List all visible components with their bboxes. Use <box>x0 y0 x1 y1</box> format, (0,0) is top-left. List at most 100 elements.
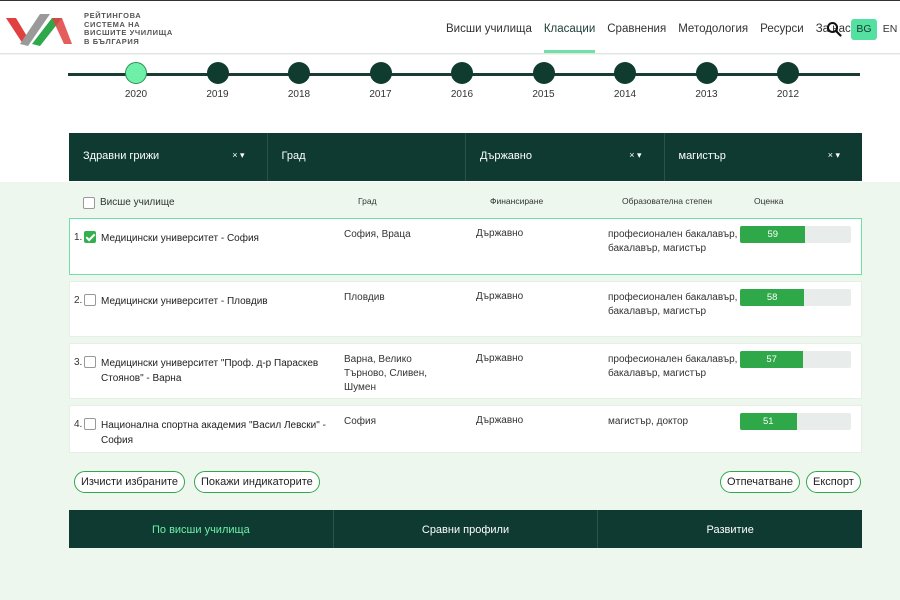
row-checkbox[interactable] <box>84 231 96 243</box>
timeline-year-label: 2018 <box>287 89 311 100</box>
university-city: София, Враца <box>344 229 411 240</box>
row-rank: 4. <box>74 419 83 430</box>
main-nav: Висши училища Класации Сравнения Методол… <box>440 1 857 55</box>
university-city: София <box>344 416 377 427</box>
filter-label: Държавно <box>480 150 532 162</box>
filter-bar: Здравни грижи × ▾ Град Държавно × ▾ маги… <box>69 133 862 181</box>
timeline-year-2018[interactable]: 2018 <box>274 62 324 100</box>
clear-icon[interactable]: × <box>629 150 634 160</box>
print-button[interactable]: Отпечатване <box>720 471 800 493</box>
logo[interactable] <box>6 10 76 50</box>
filter-field-area[interactable]: Здравни грижи × ▾ <box>69 133 268 181</box>
university-funding: Държавно <box>476 291 524 302</box>
chevron-down-icon[interactable]: ▾ <box>240 150 245 160</box>
nav-item-methodology[interactable]: Методология <box>672 1 754 55</box>
timeline-year-label: 2013 <box>695 89 718 100</box>
timeline-dot[interactable] <box>369 62 392 84</box>
filter-degree[interactable]: магистър × ▾ <box>665 133 863 181</box>
row-rank: 1. <box>74 232 83 243</box>
clear-selected-button[interactable]: Изчисти избраните <box>74 471 186 493</box>
table-row[interactable]: 3. Медицински университет "Проф. д-р Пар… <box>69 343 862 399</box>
select-all-checkbox[interactable] <box>83 197 95 209</box>
filter-funding[interactable]: Държавно × ▾ <box>466 133 665 181</box>
timeline-year-2015[interactable]: 2015 <box>519 62 569 100</box>
university-city: Варна, Велико Търново, Сливен, Шумен <box>344 354 428 393</box>
score-bar: 57 <box>740 351 851 368</box>
filter-controls: × ▾ <box>232 150 244 161</box>
nav-item-rankings[interactable]: Класации <box>538 1 601 55</box>
score-fill: 59 <box>740 226 806 243</box>
nav-item-resources[interactable]: Ресурси <box>754 1 810 55</box>
timeline-year-2016[interactable]: 2016 <box>437 62 487 100</box>
nav-item-universities[interactable]: Висши училища <box>440 1 538 55</box>
timeline-year-2019[interactable]: 2019 <box>193 62 243 100</box>
university-name[interactable]: Медицински университет - Пловдив <box>101 294 331 309</box>
timeline-year-2020[interactable]: 2020 <box>111 62 161 100</box>
view-tabs: По висши училища Сравни профили Развитие <box>69 510 862 548</box>
show-indicators-button[interactable]: Покажи индикаторите <box>194 471 320 493</box>
row-rank: 2. <box>74 295 83 306</box>
timeline-year-2014[interactable]: 2014 <box>600 62 650 100</box>
chevron-down-icon[interactable]: ▾ <box>637 150 642 160</box>
column-city[interactable]: Град <box>358 196 377 206</box>
logo-text: Рейтингова система на висшите училища в … <box>84 11 184 46</box>
row-rank: 3. <box>74 357 83 368</box>
column-university[interactable]: Висше училище <box>100 197 175 208</box>
timeline-year-2017[interactable]: 2017 <box>356 62 406 100</box>
university-name[interactable]: Медицински университет "Проф. д-р Параск… <box>101 356 331 386</box>
score-bar: 59 <box>740 226 851 243</box>
timeline-dot[interactable] <box>695 62 718 84</box>
clear-icon[interactable]: × <box>232 150 237 160</box>
score-bar: 58 <box>740 289 851 306</box>
timeline-dot[interactable] <box>125 62 147 84</box>
timeline-dot[interactable] <box>288 62 310 84</box>
timeline-dot[interactable] <box>614 62 636 84</box>
table-row[interactable]: 1. Медицински университет - София София,… <box>69 218 862 275</box>
timeline-dot[interactable] <box>777 62 799 84</box>
export-button[interactable]: Експорт <box>806 471 861 493</box>
university-degree: професионален бакалавър, бакалавър, маги… <box>608 292 738 317</box>
chevron-down-icon[interactable]: ▾ <box>835 150 840 160</box>
university-city: Пловдив <box>344 292 385 303</box>
table-row[interactable]: 2. Медицински университет - Пловдив Плов… <box>69 281 862 337</box>
score-fill: 57 <box>740 351 804 368</box>
row-checkbox[interactable] <box>84 418 96 430</box>
column-funding[interactable]: Финансиране <box>490 196 543 206</box>
timeline-year-label: 2016 <box>450 89 474 100</box>
clear-icon[interactable]: × <box>828 150 833 160</box>
university-name[interactable]: Национална спортна академия "Васил Левск… <box>101 418 331 448</box>
university-funding: Държавно <box>476 415 524 426</box>
timeline-year-label: 2017 <box>369 89 392 100</box>
filter-label: Здравни грижи <box>83 150 160 162</box>
nav-item-comparisons[interactable]: Сравнения <box>601 1 672 55</box>
timeline-dot[interactable] <box>451 62 473 84</box>
table-row[interactable]: 4. Национална спортна академия "Васил Ле… <box>69 405 862 453</box>
lang-en-button[interactable]: EN <box>877 19 900 40</box>
university-funding: Държавно <box>476 353 524 364</box>
tab-compare-profiles[interactable]: Сравни профили <box>334 510 599 548</box>
university-funding: Държавно <box>476 228 524 239</box>
timeline-year-label: 2014 <box>613 89 637 100</box>
row-checkbox[interactable] <box>84 356 96 368</box>
tab-development[interactable]: Развитие <box>598 510 862 548</box>
filter-label: магистър <box>678 150 726 162</box>
university-name[interactable]: Медицински университет - София <box>101 231 331 246</box>
timeline-dot[interactable] <box>532 62 555 84</box>
column-score[interactable]: Оценка <box>754 196 783 206</box>
filter-controls: × ▾ <box>629 150 641 161</box>
logo-line: в България <box>84 36 140 46</box>
timeline-year-label: 2020 <box>124 89 148 100</box>
lang-bg-button[interactable]: BG <box>851 19 877 40</box>
university-degree: професионален бакалавър, бакалавър, маги… <box>608 229 738 254</box>
row-checkbox[interactable] <box>84 294 96 306</box>
filter-controls: × ▾ <box>828 150 840 161</box>
column-degree[interactable]: Образователна степен <box>622 196 712 206</box>
timeline-dot[interactable] <box>206 62 229 84</box>
filter-label: Град <box>281 150 306 162</box>
timeline-year-label: 2015 <box>532 89 555 100</box>
search-icon[interactable] <box>826 21 842 37</box>
timeline-year-2012[interactable]: 2012 <box>763 62 813 100</box>
tab-by-university[interactable]: По висши училища <box>69 510 334 548</box>
filter-city[interactable]: Град <box>268 133 466 181</box>
timeline-year-2013[interactable]: 2013 <box>682 62 732 100</box>
